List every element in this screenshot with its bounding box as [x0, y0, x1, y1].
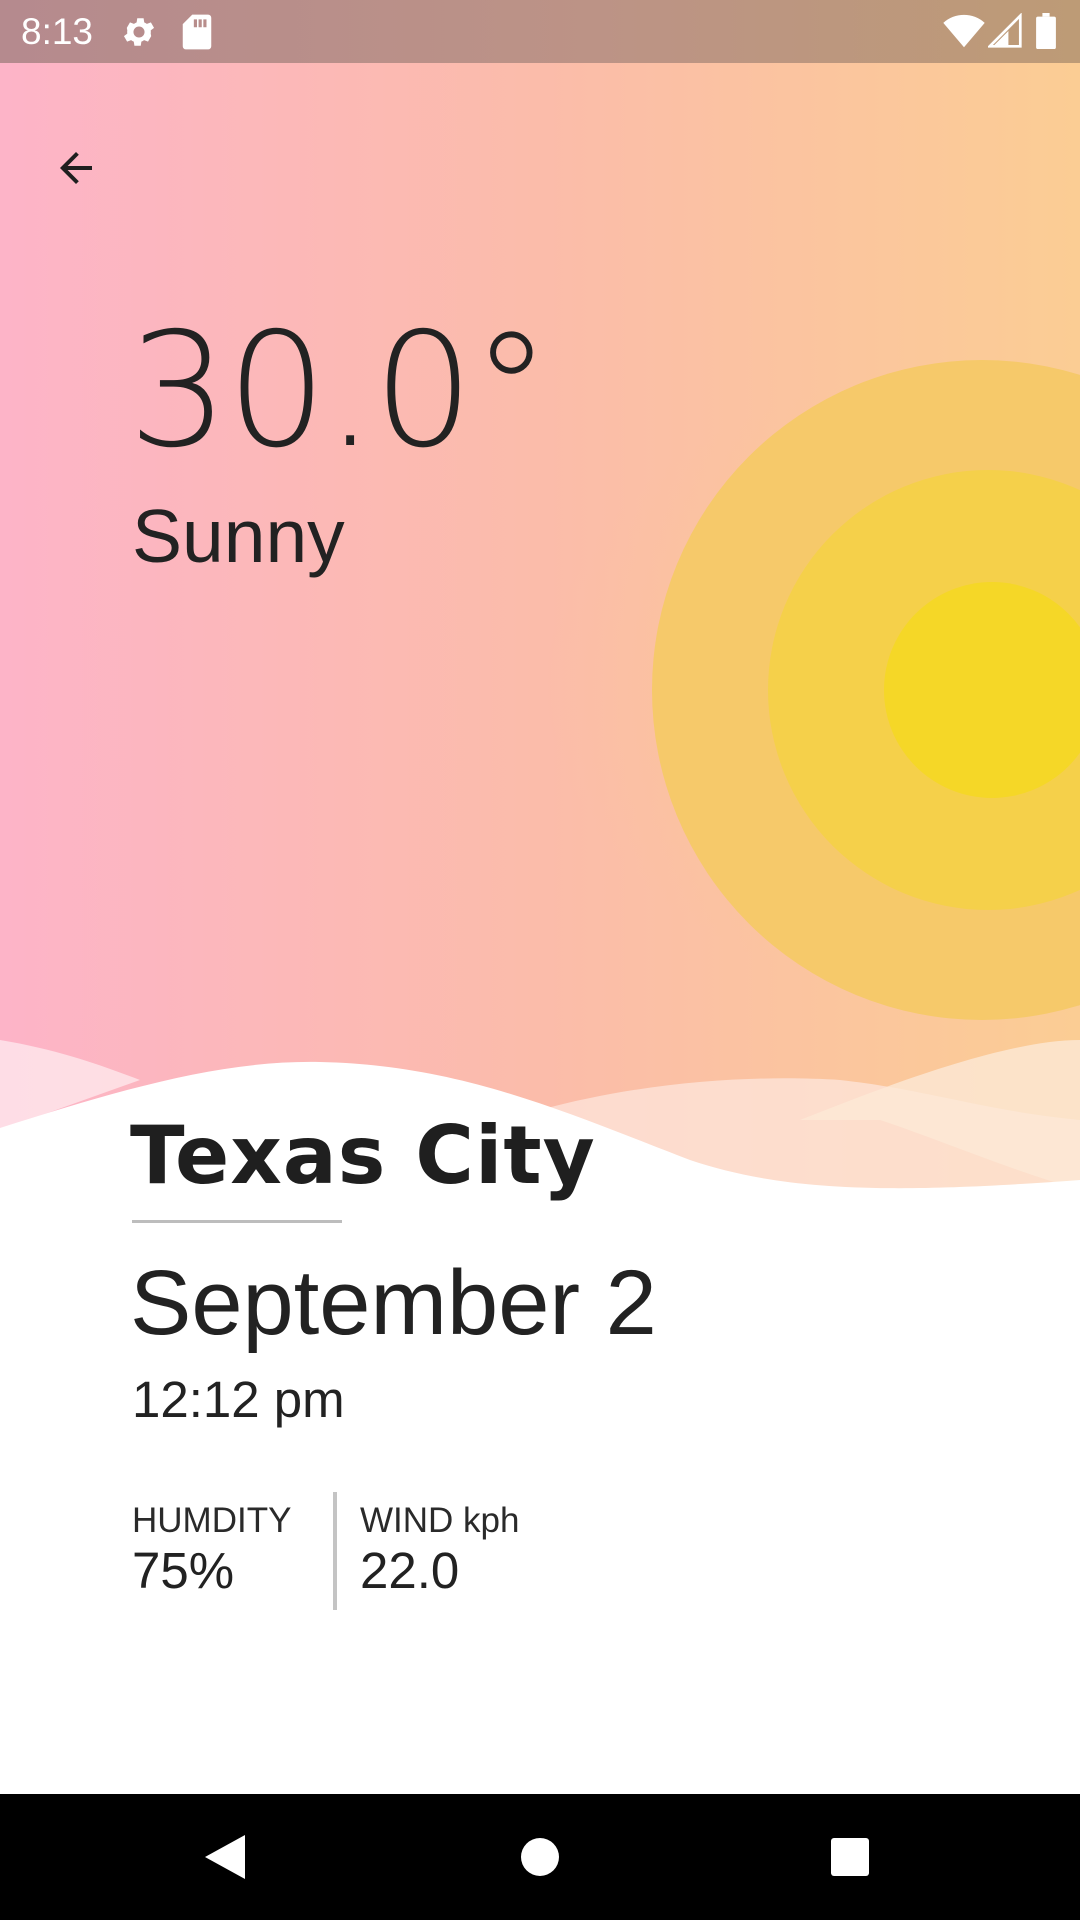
stats-divider [333, 1492, 337, 1610]
nav-recents-icon [831, 1838, 869, 1876]
time-label: 12:12 pm [132, 1371, 345, 1428]
battery-icon [1035, 13, 1059, 51]
arrow-back-icon [60, 152, 92, 184]
nav-home-icon [521, 1838, 559, 1876]
navigation-bar [0, 1794, 1080, 1920]
status-bar: 8:13 [0, 0, 1080, 63]
weather-condition: Sunny [132, 494, 345, 578]
humidity-stat: HUMDITY 75% [132, 1500, 291, 1600]
status-time: 8:13 [21, 11, 94, 52]
city-name: Texas City [130, 1109, 596, 1202]
sd-card-icon [180, 13, 220, 51]
city-divider [132, 1220, 342, 1223]
settings-icon [120, 13, 160, 51]
temperature-reading: 30.0° [128, 299, 551, 483]
nav-back-icon [205, 1835, 245, 1879]
wifi-icon [942, 13, 986, 51]
nav-back-button[interactable] [190, 1822, 260, 1892]
back-button[interactable] [36, 128, 116, 208]
wind-stat: WIND kph 22.0 [360, 1500, 519, 1600]
humidity-label: HUMDITY [132, 1501, 292, 1540]
date-label: September 2 [130, 1252, 657, 1354]
signal-icon [986, 12, 1022, 51]
wind-value: 22.0 [360, 1542, 460, 1599]
humidity-value: 75% [132, 1542, 235, 1599]
nav-home-button[interactable] [505, 1822, 575, 1892]
wind-label: WIND kph [360, 1501, 520, 1540]
nav-recents-button[interactable] [815, 1822, 885, 1892]
